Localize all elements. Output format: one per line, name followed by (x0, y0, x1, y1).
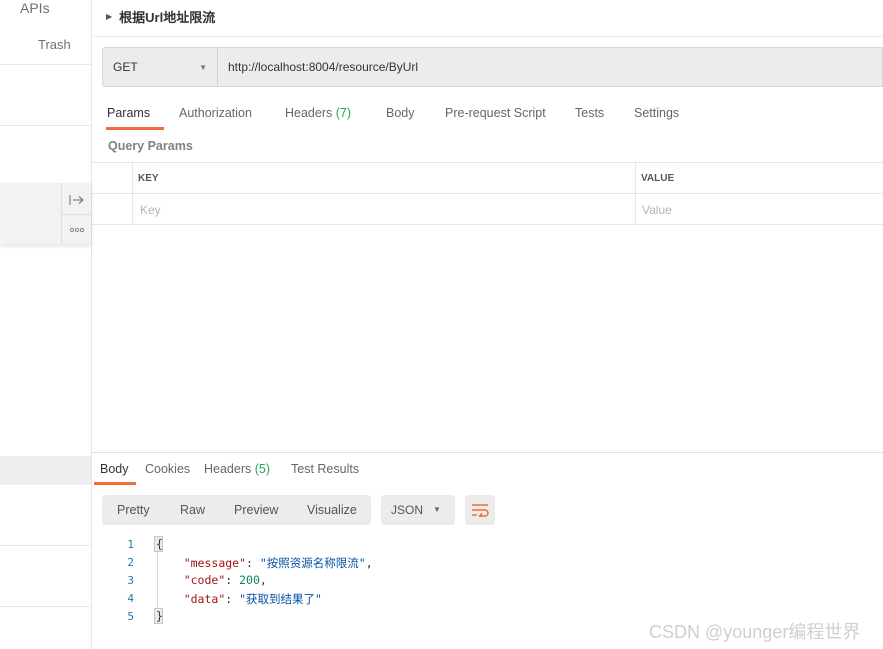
request-title[interactable]: ▶ 根据Url地址限流 (106, 7, 215, 26)
value-input[interactable]: Value (642, 203, 672, 217)
language-select[interactable]: JSON ▼ (381, 495, 455, 525)
sidebar-divider (0, 125, 91, 126)
row-divider (92, 193, 883, 194)
params-table: KEY VALUE Key Value (92, 162, 883, 225)
query-params-title: Query Params (108, 139, 193, 153)
sidebar-row-actions (61, 183, 92, 245)
caret-right-icon: ▶ (106, 12, 113, 21)
line-number: 1 (127, 538, 134, 551)
divider (92, 36, 883, 37)
tab-authorization[interactable]: Authorization (179, 106, 252, 120)
request-tabs: Params Authorization Headers (7) Body Pr… (92, 100, 883, 130)
watermark: CSDN @younger编程世界 (649, 622, 861, 642)
column-header-value: VALUE (641, 173, 675, 184)
tab-pre-request-script[interactable]: Pre-request Script (445, 106, 546, 120)
line-number: 4 (127, 592, 134, 605)
url-text: http://localhost:8004/resource/ByUrl (228, 60, 419, 74)
tab-response-body[interactable]: Body (100, 462, 129, 476)
sidebar-selected-row[interactable] (0, 456, 91, 485)
line-number: 5 (127, 610, 134, 623)
tab-settings[interactable]: Settings (634, 106, 679, 120)
tab-cookies[interactable]: Cookies (145, 462, 190, 476)
response-divider[interactable] (92, 452, 883, 453)
code-line: "message": "按照资源名称限流", (183, 556, 373, 570)
method-label: GET (113, 60, 138, 74)
code-line: "data": "获取到结果了" (183, 592, 322, 606)
format-pretty[interactable]: Pretty (117, 503, 150, 517)
active-tab-indicator (94, 482, 136, 485)
format-raw[interactable]: Raw (180, 503, 205, 517)
code-line: } (156, 609, 163, 623)
active-tab-indicator (106, 127, 164, 130)
line-number: 3 (127, 574, 134, 587)
column-header-key: KEY (138, 173, 159, 184)
response-headers-count: (5) (254, 462, 271, 476)
tab-tests[interactable]: Tests (575, 106, 604, 120)
tab-headers[interactable]: Headers (7) (285, 106, 351, 120)
tab-body[interactable]: Body (386, 106, 415, 120)
tab-params[interactable]: Params (107, 106, 150, 120)
sidebar-item-trash[interactable]: Trash (38, 37, 71, 52)
sidebar-divider (0, 545, 91, 546)
column-divider (635, 163, 636, 225)
method-select[interactable]: GET ▼ (102, 47, 217, 87)
format-preview[interactable]: Preview (234, 503, 278, 517)
code-line: { (156, 537, 163, 551)
more-icon[interactable] (62, 215, 92, 245)
line-number: 2 (127, 556, 134, 569)
sidebar-collection-row[interactable] (0, 183, 92, 245)
headers-count: (7) (335, 106, 352, 120)
url-input[interactable]: http://localhost:8004/resource/ByUrl (217, 47, 883, 87)
sidebar: APIs Trash (0, 0, 92, 649)
tab-test-results[interactable]: Test Results (291, 462, 359, 476)
sidebar-divider (0, 64, 91, 65)
sidebar-divider (0, 606, 91, 607)
wrap-lines-button[interactable] (465, 495, 495, 525)
key-input[interactable]: Key (140, 203, 161, 217)
column-divider (132, 163, 133, 225)
tab-response-headers[interactable]: Headers (5) (204, 462, 270, 476)
arrow-to-line-icon[interactable] (62, 185, 92, 215)
sidebar-item-apis[interactable]: APIs (20, 0, 50, 16)
chevron-down-icon: ▼ (433, 505, 441, 514)
code-line: "code": 200, (183, 573, 267, 587)
format-visualize[interactable]: Visualize (307, 503, 357, 517)
format-toggle: Pretty Raw Preview Visualize (102, 495, 371, 525)
language-label: JSON (391, 503, 424, 517)
chevron-down-icon: ▼ (199, 63, 207, 72)
request-name: 根据Url地址限流 (119, 10, 216, 25)
wrap-lines-icon (472, 504, 489, 517)
